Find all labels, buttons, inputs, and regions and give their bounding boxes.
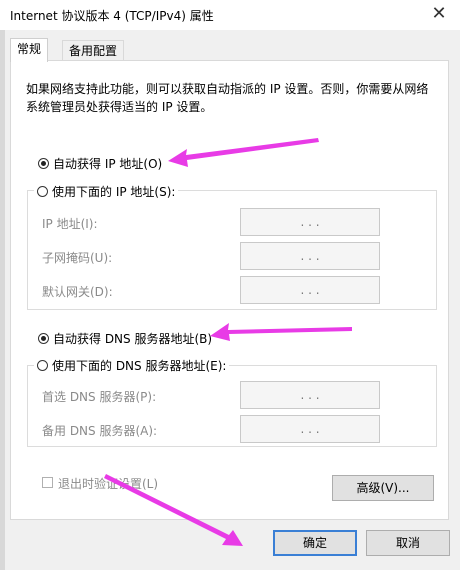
title-bar: Internet 协议版本 4 (TCP/IPv4) 属性 ✕ [0, 0, 460, 30]
validate-checkbox[interactable] [42, 477, 53, 488]
tab-label: 备用配置 [69, 44, 118, 58]
auto-dns-radio[interactable]: 自动获得 DNS 服务器地址(B) [38, 330, 212, 347]
advanced-button[interactable]: 高级(V)... [332, 475, 434, 501]
radio-unselected-icon [37, 186, 48, 197]
manual-dns-radio[interactable]: 使用下面的 DNS 服务器地址(E): [34, 357, 230, 374]
preferred-dns-field[interactable]: . . . [240, 381, 380, 409]
preferred-dns-value: . . . [300, 388, 320, 402]
ip-address-label: IP 地址(I): [42, 217, 98, 231]
manual-ip-radio[interactable]: 使用下面的 IP 地址(S): [34, 183, 179, 200]
radio-unselected-icon [37, 360, 48, 371]
default-gateway-label: 默认网关(D): [42, 285, 113, 299]
alternate-dns-label: 备用 DNS 服务器(A): [42, 424, 158, 438]
subnet-mask-label: 子网掩码(U): [42, 251, 113, 265]
window-title: Internet 协议版本 4 (TCP/IPv4) 属性 [10, 9, 214, 23]
background-window-edge [0, 30, 5, 570]
alternate-dns-field[interactable]: . . . [240, 415, 380, 443]
auto-ip-radio[interactable]: 自动获得 IP 地址(O) [38, 155, 162, 172]
default-gateway-field[interactable]: . . . [240, 276, 380, 304]
subnet-mask-field[interactable]: . . . [240, 242, 380, 270]
tcpip-properties-dialog: Internet 协议版本 4 (TCP/IPv4) 属性 ✕ 备用配置 常规 … [0, 0, 460, 570]
ip-address-field[interactable]: . . . [240, 208, 380, 236]
tab-label: 常规 [17, 42, 42, 56]
radio-selected-icon [38, 333, 49, 344]
description-text: 如果网络支持此功能，则可以获取自动指派的 IP 设置。否则，你需要从网络系统管理… [26, 82, 429, 114]
close-icon[interactable]: ✕ [428, 3, 450, 24]
alternate-dns-value: . . . [300, 422, 320, 436]
manual-ip-label: 使用下面的 IP 地址(S): [52, 185, 176, 199]
auto-dns-label: 自动获得 DNS 服务器地址(B) [53, 332, 213, 346]
cancel-button[interactable]: 取消 [366, 530, 450, 556]
ip-address-value: . . . [300, 215, 320, 229]
ok-button[interactable]: 确定 [273, 530, 357, 556]
tab-general[interactable]: 常规 [10, 38, 49, 62]
subnet-mask-value: . . . [300, 249, 320, 263]
manual-dns-label: 使用下面的 DNS 服务器地址(E): [52, 359, 227, 373]
preferred-dns-label: 首选 DNS 服务器(P): [42, 390, 157, 404]
tab-alternate-configuration[interactable]: 备用配置 [62, 40, 125, 61]
default-gateway-value: . . . [300, 283, 320, 297]
auto-ip-label: 自动获得 IP 地址(O) [53, 157, 163, 171]
validate-label: 退出时验证设置(L) [58, 477, 159, 491]
radio-selected-icon [38, 158, 49, 169]
